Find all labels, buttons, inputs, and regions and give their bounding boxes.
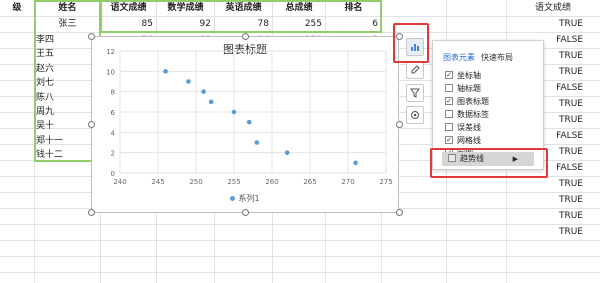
cell-name[interactable]: 张三 [35,16,100,32]
resize-handle-bottom-right[interactable] [396,209,403,216]
data-point [246,119,252,125]
y-tick-label: 10 [106,68,115,76]
header-cell-chinese[interactable]: 语文成绩 [101,0,156,16]
x-tick-label: 240 [113,178,126,186]
resize-handle-bottom[interactable] [242,209,249,216]
row-separator [0,240,600,241]
panel-tabs: 图表元素 快速布局 [443,52,513,63]
resize-handle-top-left[interactable] [88,33,95,40]
data-point [284,150,290,155]
chart-plot-area[interactable]: 0 2 4 6 8 10 12 240 245 250 255 260 265 270 275 [92,37,398,212]
x-tick-label: 260 [265,178,278,186]
resize-handle-right[interactable] [396,121,403,128]
header-cell-name[interactable]: 姓名 [35,0,100,16]
chart-style-button[interactable] [406,61,424,79]
y-tick-label: 2 [111,150,115,158]
checkbox[interactable] [445,83,453,92]
chart-element-option[interactable]: ✓ 图表标题 [445,96,489,108]
chart-element-option[interactable]: 误差线 [445,122,481,134]
chart-elements-highlight-box [393,23,429,63]
checkbox[interactable]: ✓ [445,135,453,144]
x-tick-label: 255 [227,178,240,186]
option-label: 网格线 [457,136,481,145]
resize-handle-bottom-left[interactable] [88,209,95,216]
tab-quick-layout[interactable]: 快速布局 [481,53,513,62]
data-point [186,79,191,84]
y-tick-label: 12 [106,48,115,56]
data-point [231,109,237,115]
cell-english[interactable]: 78 [215,16,272,32]
cell-name[interactable]: 钱十二 [36,147,88,163]
cell-rank[interactable]: 6 [326,16,381,32]
data-point [201,89,206,94]
checkbox[interactable] [445,122,453,131]
cell-bool-value[interactable]: TRUE [506,208,586,224]
cell-bool-value[interactable]: TRUE [506,224,586,240]
data-point [208,99,214,105]
row-separator [0,272,600,273]
option-label: 坐标轴 [457,71,481,80]
y-tick-label: 0 [111,170,115,178]
chart-filter-button[interactable] [406,84,424,102]
chart-element-option[interactable]: 轴标题 [445,83,481,95]
row-separator [0,256,600,257]
chart-element-option[interactable]: ✓ 坐标轴 [445,70,481,82]
legend-marker-icon [230,196,236,201]
paintbrush-icon [411,65,420,74]
y-tick-label: 6 [111,109,116,117]
chart-element-option[interactable]: ✓ 网格线 [445,135,481,147]
x-tick-label: 275 [379,178,392,186]
data-point [353,160,358,166]
data-point [163,69,168,74]
gear-icon [411,111,419,119]
cell-total[interactable]: 255 [273,16,325,32]
filter-icon [410,88,420,98]
header-cell-class[interactable]: 级 [0,0,34,16]
right-column-header[interactable]: 语文成绩 [506,0,600,16]
header-cell-math[interactable]: 数学成绩 [157,0,214,16]
checkbox[interactable]: ✓ [445,70,453,79]
cell-math[interactable]: 92 [157,16,214,32]
chart-element-option[interactable]: 数据标签 [445,109,489,121]
y-tick-label: 8 [111,89,115,97]
data-point [254,140,260,145]
x-tick-label: 245 [151,178,164,186]
y-tick-label: 4 [111,129,116,137]
x-tick-label: 270 [341,178,354,186]
option-label: 误差线 [457,123,481,132]
cell-bool-value[interactable]: TRUE [506,16,586,32]
header-cell-rank[interactable]: 排名 [326,0,381,16]
chart-legend[interactable]: 系列1 [92,193,398,204]
tab-chart-elements[interactable]: 图表元素 [443,53,475,62]
option-label: 图表标题 [457,97,489,106]
trendline-highlight-box [430,148,548,178]
resize-handle-left[interactable] [88,121,95,128]
header-cell-english[interactable]: 英语成绩 [215,0,272,16]
legend-label: 系列1 [238,194,260,203]
option-label: 数据标签 [457,110,489,119]
scatter-chart[interactable]: 图表标题 0 2 4 6 8 10 12 240 245 250 255 260 265 270 275 系… [91,36,399,213]
option-label: 轴标题 [457,84,481,93]
x-tick-label: 250 [189,178,202,186]
cell-chinese[interactable]: 85 [101,16,156,32]
cell-bool-value[interactable]: TRUE [506,192,586,208]
checkbox[interactable] [445,109,453,118]
header-cell-total[interactable]: 总成绩 [273,0,325,16]
x-tick-label: 265 [303,178,316,186]
chart-settings-button[interactable] [406,106,424,124]
resize-handle-top[interactable] [242,33,249,40]
cell-bool-value[interactable]: TRUE [506,176,586,192]
checkbox[interactable]: ✓ [445,96,453,105]
